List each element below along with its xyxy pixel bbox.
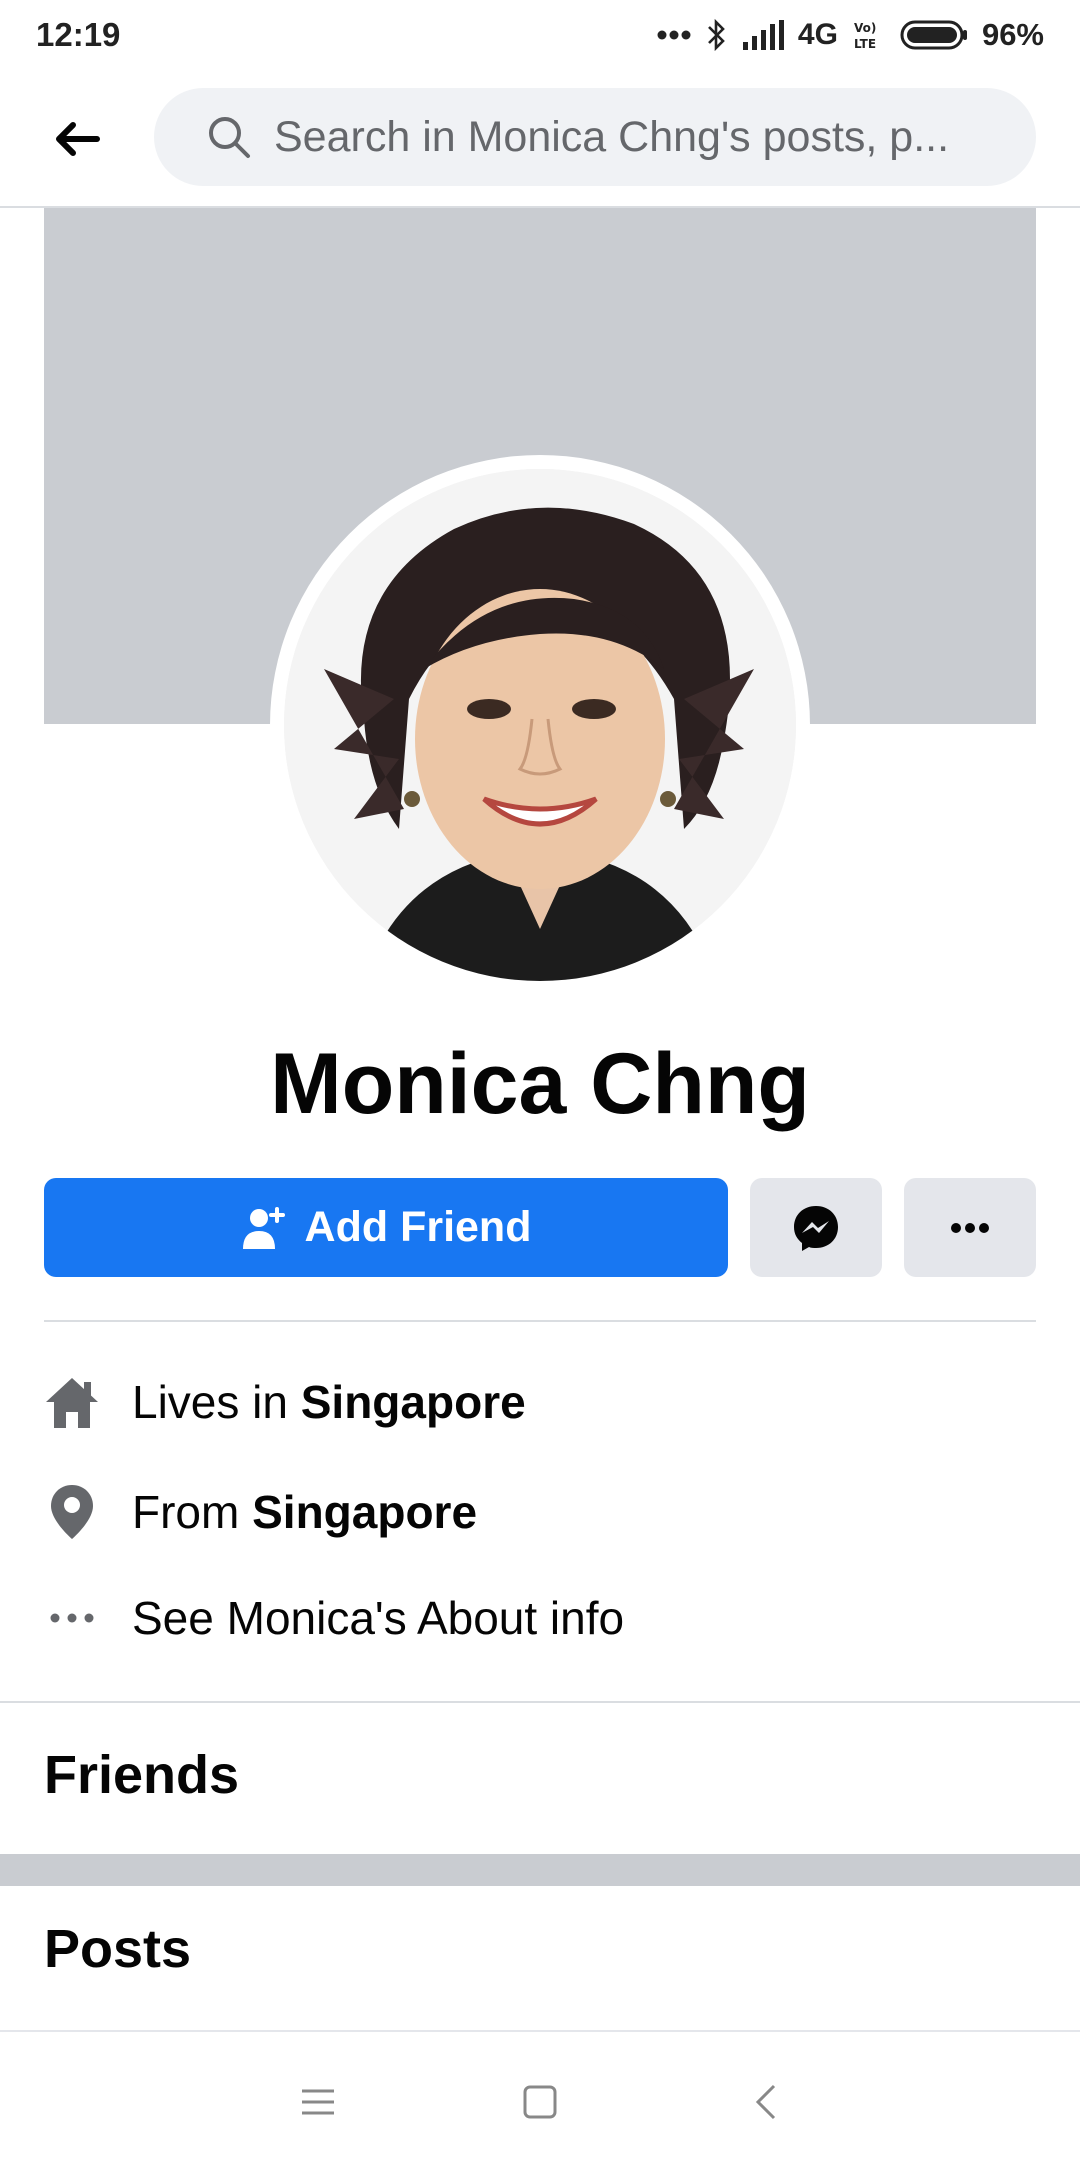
see-about-info[interactable]: See Monica's About info — [44, 1578, 1036, 1658]
lives-in-text: Lives in Singapore — [132, 1375, 526, 1429]
section-gap — [0, 1854, 1080, 1886]
more-options-button[interactable] — [904, 1178, 1036, 1277]
svg-text:LTE: LTE — [854, 37, 876, 51]
more-dots-icon — [656, 28, 692, 42]
person-add-icon — [242, 1206, 285, 1249]
volte-icon: Vo) LTE — [852, 18, 886, 52]
profile-name: Monica Chng — [270, 1036, 810, 1132]
search-placeholder: Search in Monica Chng's posts, p... — [274, 112, 950, 161]
message-button[interactable] — [750, 1178, 882, 1277]
app-header: Search in Monica Chng's posts, p... — [0, 70, 1080, 208]
status-time: 12:19 — [36, 16, 121, 53]
avatar[interactable] — [284, 469, 796, 981]
dots-icon — [44, 1590, 100, 1646]
arrow-left-icon — [56, 122, 100, 156]
lives-in-value[interactable]: Singapore — [301, 1376, 526, 1428]
info-lives-in[interactable]: Lives in Singapore — [44, 1362, 1036, 1442]
section-divider — [0, 1701, 1080, 1703]
from-text: From Singapore — [132, 1485, 477, 1539]
battery-icon — [900, 19, 968, 51]
status-icons: 4G Vo) LTE 96% — [656, 17, 1044, 53]
add-friend-button[interactable]: Add Friend — [44, 1178, 728, 1277]
from-prefix: From — [132, 1486, 253, 1538]
add-friend-label: Add Friend — [304, 1203, 532, 1251]
menu-button[interactable] — [288, 2072, 348, 2132]
posts-heading: Posts — [44, 1919, 192, 1979]
battery-percent: 96% — [981, 17, 1044, 52]
more-dots-icon — [951, 1222, 989, 1233]
bluetooth-icon — [706, 18, 728, 52]
back-nav-button[interactable] — [736, 2072, 796, 2132]
status-bar: 12:19 4G Vo) LTE 96% — [0, 0, 1080, 70]
signal-icon — [742, 20, 784, 50]
home-icon — [44, 1374, 100, 1430]
square-icon — [523, 2085, 557, 2119]
see-about-label: See Monica's About info — [132, 1592, 625, 1644]
menu-icon — [302, 2089, 334, 2115]
messenger-icon — [794, 1205, 838, 1251]
from-value[interactable]: Singapore — [252, 1486, 477, 1538]
divider — [44, 1320, 1036, 1322]
search-input[interactable]: Search in Monica Chng's posts, p... — [154, 88, 1036, 186]
system-nav-bar — [0, 2030, 1080, 2160]
back-button[interactable] — [40, 108, 112, 170]
chevron-left-icon — [755, 2084, 776, 2120]
search-icon — [209, 117, 250, 158]
location-pin-icon — [44, 1484, 100, 1540]
home-button[interactable] — [510, 2072, 570, 2132]
info-from[interactable]: From Singapore — [44, 1472, 1036, 1552]
network-type: 4G — [797, 18, 838, 51]
lives-in-prefix: Lives in — [132, 1376, 301, 1428]
svg-text:Vo): Vo) — [854, 21, 876, 35]
profile-picture-frame[interactable] — [270, 455, 810, 995]
friends-heading[interactable]: Friends — [44, 1744, 239, 1806]
